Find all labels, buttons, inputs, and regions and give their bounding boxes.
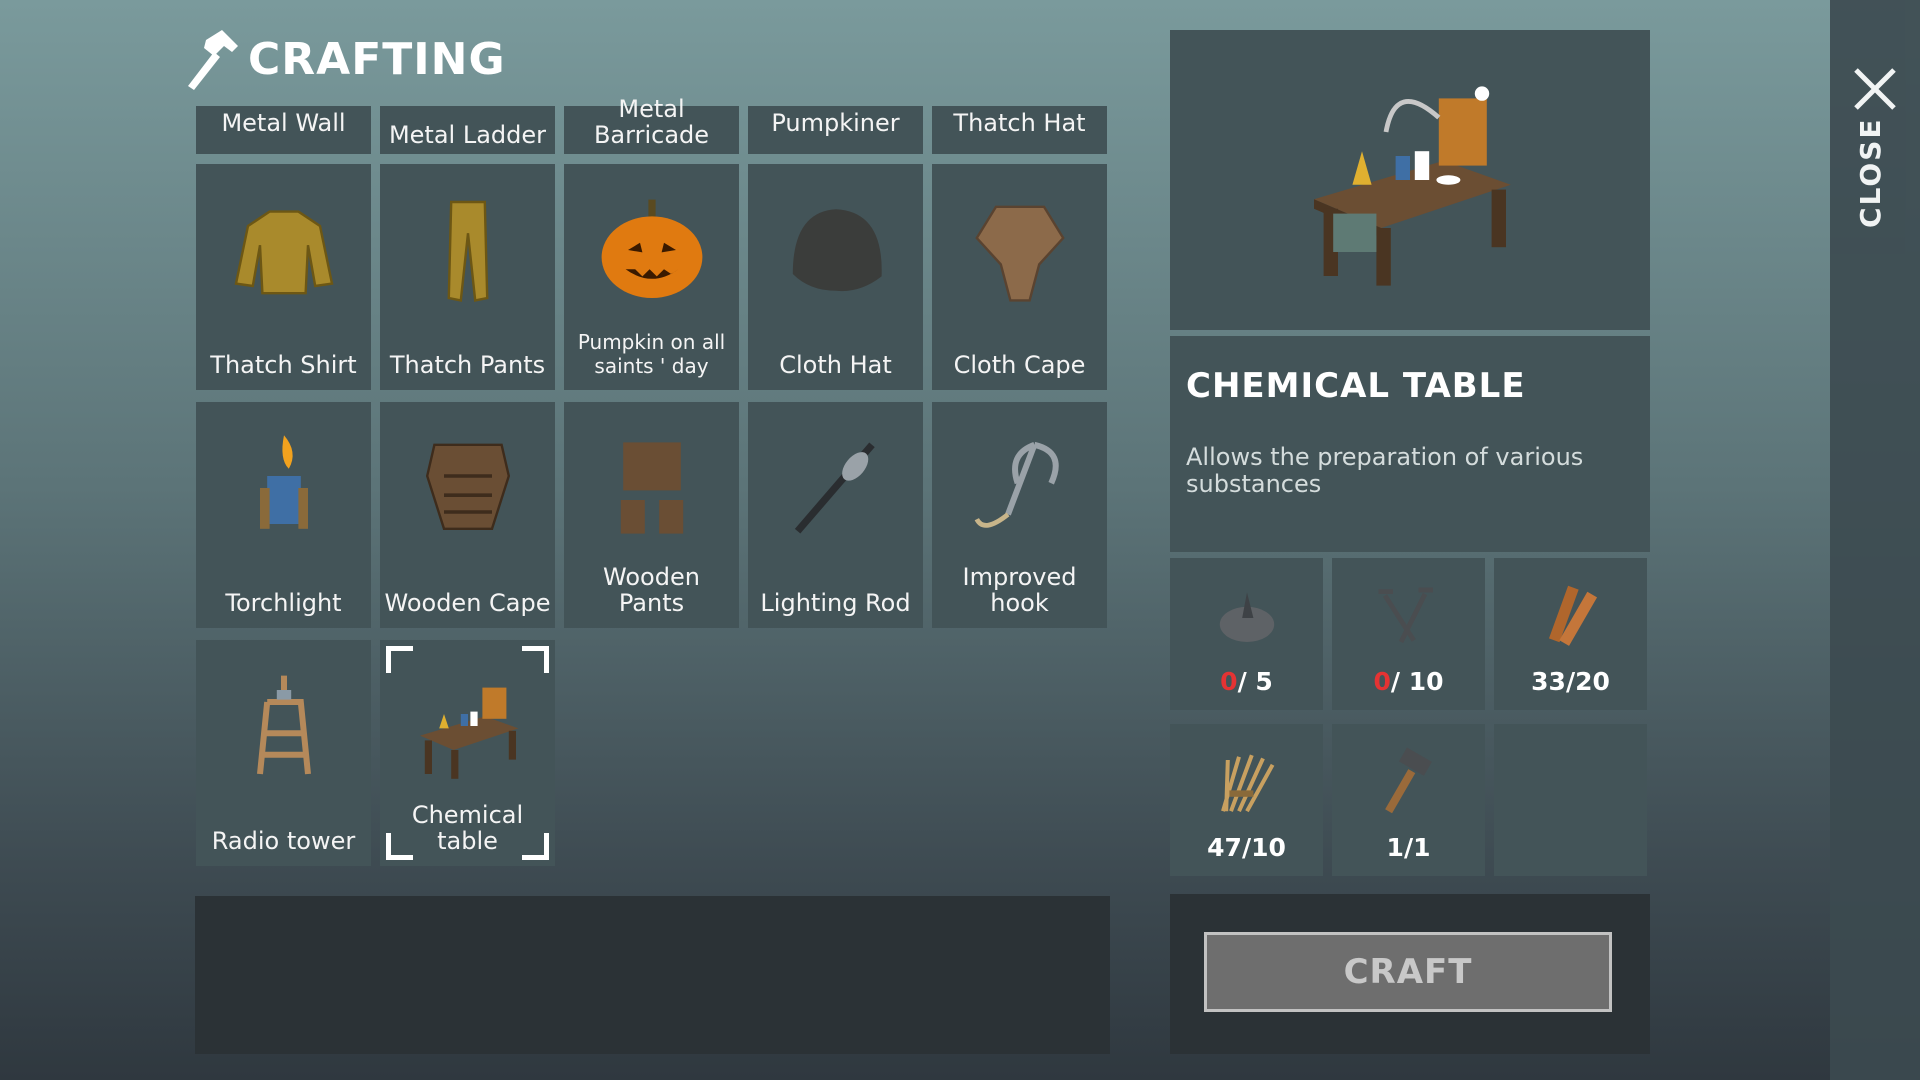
item-preview bbox=[1170, 30, 1650, 330]
thatch-shirt-icon bbox=[234, 210, 333, 295]
requirement-need: / 10 bbox=[1390, 667, 1444, 696]
cloth-cape-icon bbox=[974, 205, 1065, 302]
torchlight-icon bbox=[259, 435, 308, 529]
recipe-item-wooden-cape[interactable]: Wooden Cape bbox=[380, 402, 555, 628]
wooden-pants-icon bbox=[620, 442, 683, 534]
recipe-item-cloth-cape[interactable]: Cloth Cape bbox=[932, 164, 1107, 390]
requirement-stone-bowl: 0/ 5 bbox=[1170, 558, 1323, 710]
requirement-count: 47/10 bbox=[1170, 833, 1323, 862]
requirement-planks: 33/20 bbox=[1494, 558, 1647, 710]
pumpkin-icon bbox=[601, 199, 702, 298]
requirement-have: 33 bbox=[1531, 667, 1566, 696]
recipe-label: Cloth Cape bbox=[953, 351, 1086, 379]
close-label: CLOSE bbox=[1854, 117, 1887, 229]
recipe-item-metal-barricade[interactable]: Metal Barricade bbox=[564, 96, 739, 154]
recipe-item-cloth-hat[interactable]: Cloth Hat bbox=[748, 164, 923, 390]
recipe-label: Wooden Pants bbox=[603, 563, 700, 617]
requirement-have: 0 bbox=[1373, 667, 1391, 696]
recipe-item-pumpkiner[interactable]: Pumpkiner bbox=[748, 106, 923, 154]
recipe-label: Lighting Rod bbox=[760, 589, 911, 617]
requirement-have: 47 bbox=[1207, 833, 1242, 862]
wooden-cape-icon bbox=[425, 443, 510, 530]
thatch-pants-icon bbox=[447, 200, 488, 302]
lighting-rod-icon bbox=[794, 442, 875, 534]
requirement-nails: 0/ 10 bbox=[1332, 558, 1485, 710]
recipe-info-panel bbox=[195, 896, 1110, 1054]
requirement-count: 1/1 bbox=[1332, 833, 1485, 862]
recipe-label: Thatch Shirt bbox=[210, 351, 357, 379]
nails-icon bbox=[1378, 587, 1433, 644]
recipe-item-thatch-shirt[interactable]: Thatch Shirt bbox=[196, 164, 371, 390]
recipe-item-metal-wall[interactable]: Metal Wall bbox=[196, 106, 371, 154]
cloth-hat-icon bbox=[792, 209, 882, 292]
close-icon[interactable] bbox=[1850, 64, 1900, 114]
chemical-table-icon bbox=[419, 687, 518, 779]
recipe-label: Thatch Pants bbox=[389, 351, 546, 379]
item-description: Allows the preparation of various substa… bbox=[1186, 443, 1584, 498]
recipe-item-metal-ladder[interactable]: Metal Ladder bbox=[380, 106, 555, 154]
requirement-count: 0/ 5 bbox=[1170, 667, 1323, 696]
recipe-item-pumpkin[interactable]: Pumpkin on all saints ' day bbox=[564, 164, 739, 390]
recipe-label: Improved hook bbox=[962, 563, 1077, 617]
requirement-hammer: 1/1 bbox=[1332, 724, 1485, 876]
recipe-label: Pumpkiner bbox=[771, 109, 900, 137]
recipe-item-thatch-pants[interactable]: Thatch Pants bbox=[380, 164, 555, 390]
recipe-label: Pumpkin on all saints ' day bbox=[577, 330, 726, 378]
radio-tower-icon bbox=[256, 675, 311, 775]
planks-icon bbox=[1548, 585, 1597, 646]
requirement-need: /10 bbox=[1241, 833, 1286, 862]
recipe-item-lighting-rod[interactable]: Lighting Rod bbox=[748, 402, 923, 628]
recipe-item-improved-hook[interactable]: Improved hook bbox=[932, 402, 1107, 628]
requirement-need: / 5 bbox=[1237, 667, 1273, 696]
requirement-count: 0/ 10 bbox=[1332, 667, 1485, 696]
recipe-item-thatch-hat[interactable]: Thatch Hat bbox=[932, 106, 1107, 154]
recipe-label: Torchlight bbox=[225, 589, 342, 617]
recipe-grid[interactable]: Metal Wall Metal Ladder Metal Barricade … bbox=[196, 0, 1108, 880]
recipe-item-torchlight[interactable]: Torchlight bbox=[196, 402, 371, 628]
side-close-panel: CLOSE bbox=[1830, 0, 1920, 1080]
hammer-icon bbox=[1384, 747, 1432, 814]
requirement-have: 1 bbox=[1386, 833, 1404, 862]
recipe-item-wooden-pants[interactable]: Wooden Pants bbox=[564, 402, 739, 628]
fiber-icon bbox=[1220, 754, 1274, 813]
requirement-empty-slot bbox=[1494, 724, 1647, 876]
recipe-item-chemical-table-selected[interactable]: Chemical table bbox=[380, 640, 555, 866]
requirement-count: 33/20 bbox=[1494, 667, 1647, 696]
recipe-item-radio-tower[interactable]: Radio tower bbox=[196, 640, 371, 866]
recipe-label: Metal Barricade bbox=[593, 95, 710, 149]
improved-hook-icon bbox=[974, 441, 1059, 528]
stone-bowl-icon bbox=[1219, 592, 1274, 642]
close-button[interactable]: CLOSE bbox=[1854, 117, 1894, 240]
craft-panel: CRAFT bbox=[1170, 894, 1650, 1054]
recipe-label: Thatch Hat bbox=[953, 109, 1086, 137]
item-name: CHEMICAL TABLE bbox=[1186, 366, 1526, 406]
chemical-table-icon bbox=[1314, 86, 1511, 286]
requirement-need: /20 bbox=[1565, 667, 1610, 696]
requirement-have: 0 bbox=[1220, 667, 1238, 696]
requirement-need: /1 bbox=[1403, 833, 1431, 862]
craft-button[interactable]: CRAFT bbox=[1204, 932, 1612, 1012]
recipe-label: Metal Ladder bbox=[388, 121, 547, 149]
item-description-panel: CHEMICAL TABLE Allows the preparation of… bbox=[1170, 336, 1650, 552]
recipe-label: Radio tower bbox=[211, 827, 356, 855]
recipe-label: Metal Wall bbox=[221, 109, 346, 137]
recipe-label: Wooden Cape bbox=[384, 589, 551, 617]
recipe-label: Cloth Hat bbox=[779, 351, 892, 379]
requirement-fiber: 47/10 bbox=[1170, 724, 1323, 876]
